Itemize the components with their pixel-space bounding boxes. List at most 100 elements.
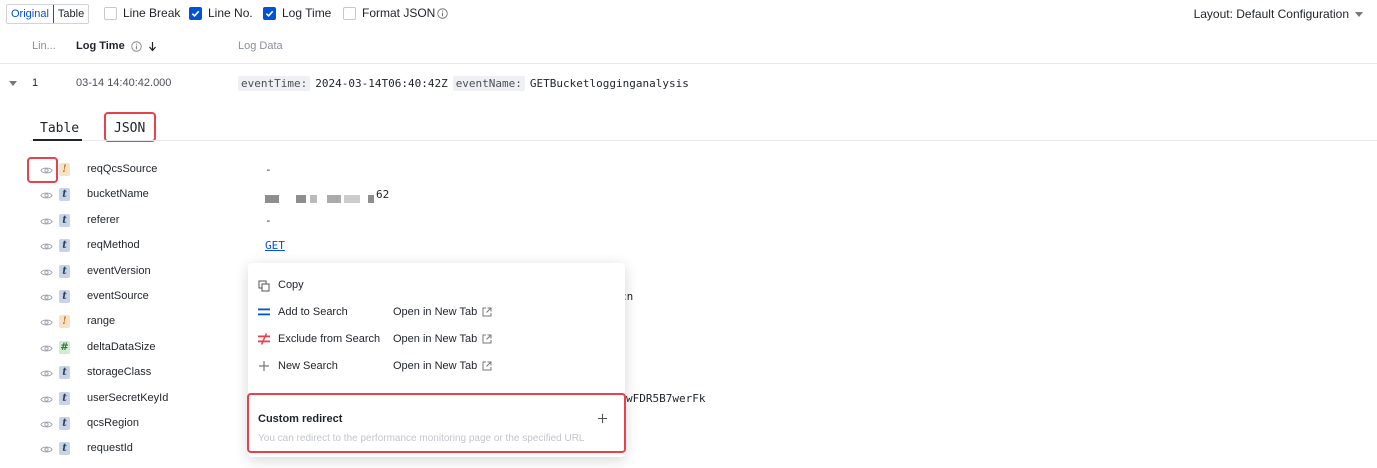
eye-icon[interactable] [40, 266, 53, 279]
redacted-text [296, 195, 306, 203]
field-type-badge: t [59, 417, 70, 430]
sort-down-icon[interactable] [148, 41, 157, 52]
field-key[interactable]: eventTime: [238, 76, 311, 91]
field-type-badge: t [59, 442, 70, 456]
field-value[interactable]: GETBucketlogginganalysis [530, 77, 689, 90]
field-name[interactable]: reqQcsSource [87, 163, 157, 175]
menu-add-to-search-new-tab[interactable]: Open in New Tab [393, 306, 492, 318]
open-new-tab-label: Open in New Tab [393, 360, 478, 372]
eye-icon[interactable] [40, 291, 53, 304]
field-value[interactable]: wFDR5B7werFk [626, 392, 705, 405]
field-name[interactable]: requestId [87, 442, 133, 454]
column-header-log-time[interactable]: Log Time [76, 40, 157, 52]
row-log-data: eventTime: 2024-03-14T06:40:42Z eventNam… [238, 76, 689, 91]
checkbox-checked-icon [263, 6, 276, 20]
field-type-badge: t [59, 290, 70, 303]
eye-icon[interactable] [40, 189, 53, 202]
field-row: ! reqQcsSource - [0, 161, 700, 183]
format-json-label: Format JSON [362, 6, 436, 20]
layout-label: Layout: Default Configuration [1193, 7, 1349, 21]
external-link-icon [482, 307, 492, 317]
log-time-checkbox[interactable]: Log Time [263, 6, 331, 20]
field-name[interactable]: userSecretKeyId [87, 392, 168, 404]
info-icon[interactable] [130, 40, 142, 52]
menu-exclude-from-search[interactable]: Exclude from Search [278, 333, 380, 345]
checkbox-unchecked-icon [343, 6, 356, 20]
log-time-label: Log Time [282, 6, 332, 20]
field-name[interactable]: eventVersion [87, 265, 151, 277]
view-original-button[interactable]: Original [7, 5, 54, 23]
field-value[interactable]: - [265, 163, 272, 176]
field-name[interactable]: referer [87, 214, 119, 226]
redacted-text [368, 195, 374, 203]
field-type-badge: t [59, 391, 70, 405]
eye-icon[interactable] [40, 342, 53, 355]
menu-new-search-new-tab[interactable]: Open in New Tab [393, 360, 492, 372]
field-type-badge: ! [59, 315, 70, 329]
tab-table[interactable]: Table [40, 121, 79, 136]
field-row: t referer - [0, 212, 700, 234]
field-name[interactable]: range [87, 315, 115, 327]
redacted-text [265, 195, 279, 203]
expand-caret-icon[interactable] [9, 81, 17, 87]
field-row: t reqMethod GET [0, 237, 700, 259]
row-log-time: 03-14 14:40:42.000 [76, 77, 172, 89]
header-divider [0, 63, 1377, 64]
field-name[interactable]: bucketName [87, 188, 149, 200]
eye-icon[interactable] [40, 393, 53, 406]
menu-new-search[interactable]: New Search [278, 360, 338, 372]
menu-add-to-search[interactable]: Add to Search [278, 306, 348, 318]
eye-icon[interactable] [40, 240, 53, 253]
open-new-tab-label: Open in New Tab [393, 306, 478, 318]
field-value[interactable]: 2024-03-14T06:40:42Z [315, 77, 447, 90]
info-icon[interactable] [437, 7, 449, 19]
field-type-badge: t [59, 239, 70, 253]
eye-icon[interactable] [40, 367, 53, 380]
layout-select[interactable]: Layout: Default Configuration [1194, 7, 1363, 21]
line-no-checkbox[interactable]: Line No. [189, 6, 253, 20]
column-header-log-data: Log Data [238, 40, 283, 52]
field-name[interactable]: qcsRegion [87, 417, 139, 429]
field-value[interactable]: 62 [376, 188, 389, 201]
eye-icon[interactable] [40, 443, 53, 456]
copy-icon [258, 280, 270, 292]
eye-icon[interactable] [40, 215, 53, 228]
line-break-label: Line Break [123, 6, 181, 20]
redacted-text [327, 195, 341, 203]
redacted-text [344, 195, 360, 203]
log-time-header-label: Log Time [76, 40, 125, 52]
checkbox-unchecked-icon [104, 6, 117, 20]
field-type-badge: t [59, 366, 70, 380]
open-new-tab-label: Open in New Tab [393, 333, 478, 345]
field-value[interactable]: GET [265, 239, 285, 252]
field-type-badge: t [59, 188, 70, 202]
eye-icon[interactable] [40, 418, 53, 431]
external-link-icon [482, 361, 492, 371]
field-name[interactable]: eventSource [87, 290, 149, 302]
checkbox-checked-icon [189, 6, 202, 20]
plus-icon [259, 361, 269, 371]
field-name[interactable]: reqMethod [87, 239, 140, 251]
external-link-icon [482, 334, 492, 344]
menu-exclude-new-tab[interactable]: Open in New Tab [393, 333, 492, 345]
field-value[interactable]: - [265, 214, 272, 227]
field-name[interactable]: deltaDataSize [87, 341, 156, 353]
line-break-checkbox[interactable]: Line Break [104, 6, 180, 20]
column-header-line: Lin... [32, 40, 56, 52]
menu-copy[interactable]: Copy [278, 279, 304, 291]
caret-down-icon [1355, 11, 1363, 17]
not-equal-icon [258, 333, 270, 345]
eye-icon[interactable] [40, 316, 53, 329]
active-tab-indicator [33, 139, 82, 141]
tab-divider [30, 140, 1377, 141]
field-key[interactable]: eventName: [452, 76, 525, 91]
equals-icon [258, 308, 270, 316]
line-no-label: Line No. [208, 6, 253, 20]
highlight-box-eye-icon [27, 157, 58, 183]
format-json-checkbox[interactable]: Format JSON [343, 6, 449, 20]
highlight-box-json-tab [104, 112, 156, 142]
view-table-button[interactable]: Table [53, 5, 89, 23]
field-name[interactable]: storageClass [87, 366, 151, 378]
highlight-box-custom-redirect [247, 393, 626, 453]
field-type-badge: t [59, 264, 70, 278]
